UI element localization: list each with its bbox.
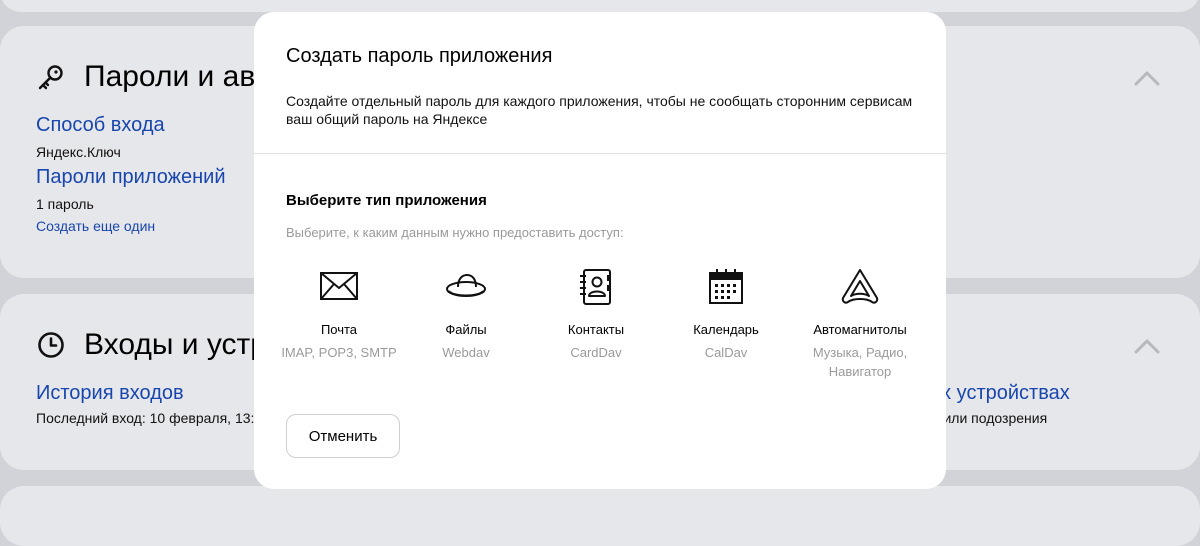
app-passwords-link[interactable]: Пароли приложений bbox=[36, 166, 226, 189]
app-type-list: Почта IMAP, POP3, SMTP Файлы Webdav Конт… bbox=[274, 262, 934, 382]
cancel-button[interactable]: Отменить bbox=[286, 414, 400, 458]
create-app-password-modal: Создать пароль приложения Создайте отдел… bbox=[254, 12, 946, 489]
login-history-link[interactable]: История входов bbox=[36, 382, 184, 405]
app-type-protocols: IMAP, POP3, SMTP bbox=[281, 345, 397, 360]
app-type-label: Файлы bbox=[445, 322, 487, 337]
clock-icon bbox=[38, 332, 64, 358]
contacts-icon bbox=[580, 269, 611, 305]
devices-description: я или подозрения bbox=[932, 410, 1048, 426]
modal-title: Создать пароль приложения bbox=[286, 45, 553, 67]
login-method-value: Яндекс.Ключ bbox=[36, 144, 121, 160]
app-type-protocols: Webdav bbox=[442, 345, 490, 360]
app-type-label: Автомагнитолы bbox=[813, 322, 907, 337]
section-card-top bbox=[0, 0, 1200, 12]
disk-icon bbox=[446, 273, 486, 297]
app-type-car[interactable]: Автомагнитолы Музыка, Радио, Навигатор bbox=[795, 262, 925, 381]
section-card-bottom bbox=[0, 486, 1200, 546]
app-type-label: Контакты bbox=[567, 322, 625, 337]
app-type-protocols: CardDav bbox=[570, 345, 622, 360]
app-type-label: Календарь bbox=[693, 322, 759, 337]
app-type-files[interactable]: Файлы Webdav bbox=[401, 262, 531, 362]
last-login-text: Последний вход: 10 февраля, 13:0 bbox=[36, 410, 263, 426]
chevron-up-icon[interactable] bbox=[1134, 70, 1160, 86]
mail-icon bbox=[320, 272, 358, 300]
devices-link[interactable]: ах устройствах bbox=[930, 382, 1070, 405]
create-another-link[interactable]: Создать еще один bbox=[36, 218, 155, 234]
app-type-calendar[interactable]: Календарь CalDav bbox=[661, 262, 791, 362]
app-type-mail[interactable]: Почта IMAP, POP3, SMTP bbox=[274, 262, 404, 362]
app-type-heading: Выберите тип приложения bbox=[286, 192, 487, 209]
divider bbox=[254, 153, 946, 154]
key-icon bbox=[38, 65, 63, 90]
login-method-link[interactable]: Способ входа bbox=[36, 114, 165, 137]
car-icon bbox=[841, 269, 879, 304]
app-type-protocols: CalDav bbox=[704, 345, 748, 360]
app-passwords-count: 1 пароль bbox=[36, 196, 94, 212]
modal-description: Создайте отдельный пароль для каждого пр… bbox=[286, 93, 913, 127]
app-type-label: Почта bbox=[320, 322, 358, 337]
app-type-protocols: Музыка, Радио, Навигатор bbox=[812, 345, 908, 379]
calendar-icon bbox=[709, 269, 743, 304]
app-type-hint: Выберите, к каким данным нужно предостав… bbox=[286, 225, 624, 240]
app-type-contacts[interactable]: Контакты CardDav bbox=[531, 262, 661, 362]
chevron-up-icon[interactable] bbox=[1134, 338, 1160, 354]
